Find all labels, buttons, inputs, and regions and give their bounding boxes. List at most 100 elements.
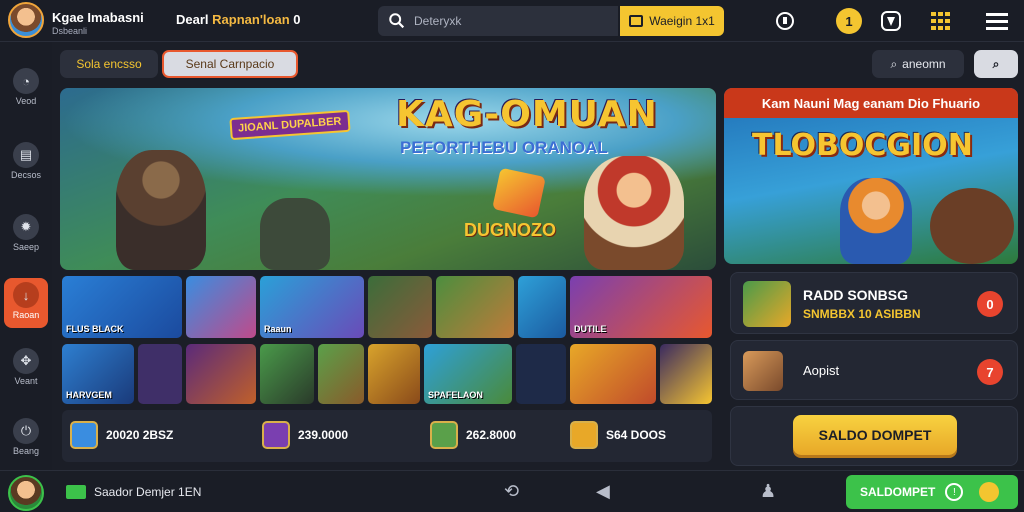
game-thumb-icon xyxy=(570,421,598,449)
hero-tag: DUGNOZO xyxy=(464,220,556,240)
hero-banner[interactable]: JIOANL DUPALBER KAG-OMUAN PEFORTHEBU ORA… xyxy=(60,88,716,270)
filter-pill-2[interactable]: Senal Carnpacio xyxy=(162,50,298,78)
game-tile[interactable] xyxy=(570,344,656,404)
game-tile-title: DUTILE xyxy=(574,324,607,334)
sidebar-item-decsos[interactable]: ▤ Decsos xyxy=(4,138,48,188)
hero-warrior-art xyxy=(116,150,206,270)
stat-value: 20020 2BSZ xyxy=(106,428,174,442)
account-card-title: Aopist xyxy=(803,363,840,378)
saldo-dompet-button[interactable]: SALDO DOMPET xyxy=(793,415,957,455)
brand-name: Kgae Imabasni xyxy=(52,10,144,25)
search-toggle-button[interactable]: ⌕ xyxy=(974,50,1018,78)
search-icon xyxy=(389,13,405,29)
game-tile-title: FLUS BLACK xyxy=(66,324,124,334)
game-tile[interactable] xyxy=(518,276,566,338)
app-title-accent: Rapnan'loan xyxy=(212,12,290,27)
app-title-prefix: Dearl xyxy=(176,12,209,27)
game-tile[interactable]: SPAFELAON xyxy=(424,344,512,404)
wallet-icon xyxy=(629,15,644,27)
account-card-button[interactable]: 7 xyxy=(977,359,1003,385)
avatar[interactable] xyxy=(8,2,44,38)
megaphone-icon[interactable]: ◀ xyxy=(596,481,610,502)
game-tile[interactable] xyxy=(660,344,712,404)
reward-card-thumb xyxy=(743,281,791,327)
stat-item[interactable]: 20020 2BSZ xyxy=(70,410,173,460)
sidebar-item-label: Beang xyxy=(12,446,40,456)
chat-icon: ▤ xyxy=(13,142,39,168)
search-button-label: Waeigin 1x1 xyxy=(649,14,715,28)
gamepad-icon: ✥ xyxy=(13,348,39,374)
game-tile-title: SPAFELAON xyxy=(428,390,483,400)
sidebar-item-label: Decsos xyxy=(10,170,41,180)
search-button[interactable]: Waeigin 1x1 xyxy=(620,6,724,36)
promo-header: Kam Nauni Mag eanam Dio Fhuario xyxy=(724,88,1018,118)
refresh-icon[interactable]: ⟲ xyxy=(504,481,519,502)
app-title: Dearl Rapnan'loan 0 xyxy=(176,12,301,27)
cta-card: SALDO DOMPET xyxy=(730,406,1018,466)
status-text: Saador Demjer 1EN xyxy=(94,485,202,499)
game-tile[interactable] xyxy=(138,344,182,404)
download-icon: ↓ xyxy=(13,282,39,308)
menu-icon[interactable] xyxy=(984,8,1010,34)
hero-crate-art xyxy=(492,167,546,219)
promo-title: TLOBOCGION xyxy=(752,128,973,163)
shield-icon[interactable] xyxy=(878,8,904,34)
filter-pill-right-label: aneomn xyxy=(902,57,946,71)
sidebar-item-label: Veant xyxy=(14,376,38,386)
notification-icon[interactable] xyxy=(772,8,798,34)
stat-value: 262.8000 xyxy=(466,428,517,442)
grid-icon[interactable] xyxy=(928,8,954,34)
game-tile[interactable]: FLUS BLACK xyxy=(62,276,182,338)
coin-icon xyxy=(979,482,1000,502)
filter-pill-1[interactable]: Sola encsso xyxy=(60,50,158,78)
promo-banner[interactable]: Kam Nauni Mag eanam Dio Fhuario TLOBOCGI… xyxy=(724,88,1018,264)
game-thumb-icon xyxy=(262,421,290,449)
reward-card[interactable]: RADD SONBSG SNMBBX 10 ASIBBN 0 xyxy=(730,272,1018,334)
sidebar-item-veant[interactable]: ✥ Veant xyxy=(4,344,48,394)
sidebar-item-saeep[interactable]: ✹ Saeep xyxy=(4,210,48,260)
reward-card-title: RADD SONBSG xyxy=(803,287,909,303)
sidebar-item-label: Saeep xyxy=(12,242,40,252)
gear-icon: ✹ xyxy=(13,214,39,240)
filter-pill-right[interactable]: ⌕ aneomn xyxy=(872,50,964,78)
game-tile[interactable] xyxy=(260,344,314,404)
reward-card-button[interactable]: 0 xyxy=(977,291,1003,317)
game-tile[interactable] xyxy=(516,344,566,404)
game-tile[interactable] xyxy=(436,276,514,338)
stat-item[interactable]: 262.8000 xyxy=(430,410,516,460)
search-input[interactable] xyxy=(414,6,614,36)
coin-balance[interactable]: 1 xyxy=(836,8,862,34)
user-icon[interactable]: ♟ xyxy=(760,481,776,502)
saldompet-label: SALDOMPET xyxy=(860,485,936,499)
game-thumb-icon xyxy=(70,421,98,449)
game-tile[interactable]: Raaun xyxy=(260,276,364,338)
game-tile[interactable]: HARVGEM xyxy=(62,344,134,404)
game-tile-title: HARVGEM xyxy=(66,390,112,400)
game-tile-title: Raaun xyxy=(264,324,292,334)
power-icon: ⏻ xyxy=(13,418,39,444)
game-tile[interactable] xyxy=(186,276,256,338)
stat-value: S64 DOOS xyxy=(606,428,667,442)
app-title-suffix: 0 xyxy=(293,12,301,27)
sidebar-item-beang[interactable]: ⏻ Beang xyxy=(4,414,48,464)
game-tile[interactable] xyxy=(318,344,364,404)
game-tile[interactable] xyxy=(368,276,432,338)
sidebar-item-raoan[interactable]: ↓ Raoan xyxy=(4,278,48,328)
game-tile[interactable] xyxy=(186,344,256,404)
search-icon: ⌕ xyxy=(890,56,898,71)
account-card-thumb xyxy=(743,351,783,391)
wallet-icon xyxy=(66,485,86,499)
stat-item[interactable]: 239.0000 xyxy=(262,410,348,460)
saldompet-button[interactable]: SALDOMPET ! xyxy=(846,475,1018,509)
user-avatar[interactable] xyxy=(8,475,44,511)
game-tile[interactable] xyxy=(368,344,420,404)
sidebar-item-label: Raoan xyxy=(12,310,40,320)
hero-soldier-art xyxy=(260,198,330,270)
hero-subtitle: PEFORTHEBU ORANOAL xyxy=(400,138,608,157)
account-card[interactable]: Aopist 7 xyxy=(730,340,1018,400)
promo-beast-art xyxy=(930,188,1014,264)
sidebar: ◔ Veod ▤ Decsos ✹ Saeep ↓ Raoan ✥ Veant … xyxy=(0,42,52,470)
game-tile[interactable]: DUTILE xyxy=(570,276,712,338)
sidebar-item-veod[interactable]: ◔ Veod xyxy=(4,64,48,114)
stat-item[interactable]: S64 DOOS xyxy=(570,410,666,460)
